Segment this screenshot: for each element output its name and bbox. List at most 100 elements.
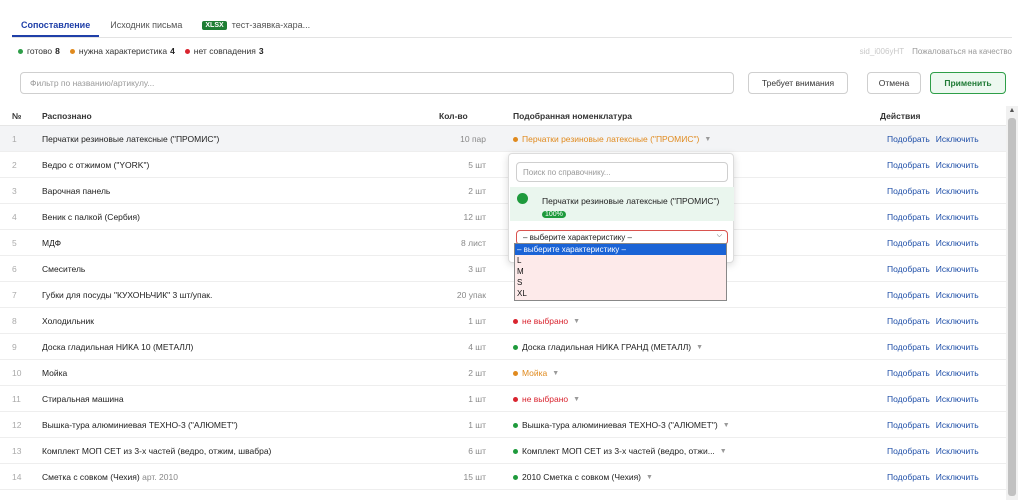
table-row[interactable]: 13 Комплект МОП СЕТ из 3-х частей (ведро,… — [0, 438, 1006, 464]
pick-link[interactable]: Подобрать — [887, 316, 930, 326]
row-recognized-name: Стиральная машина — [42, 394, 124, 404]
row-quantity: 5 шт — [468, 160, 486, 170]
row-matched-nomenclature[interactable]: 2010 Сметка с совком (Чехия) ▼ — [513, 472, 653, 482]
scroll-up-arrow-icon[interactable]: ▲ — [1006, 106, 1018, 116]
row-recognized-name: Губки для посуды "КУХОНЬЧИК" 3 шт/упак. — [42, 290, 212, 300]
pick-link[interactable]: Подобрать — [887, 368, 930, 378]
exclude-link[interactable]: Исключить — [936, 186, 979, 196]
col-matched-header: Подобранная номенклатура — [513, 111, 633, 121]
characteristic-option[interactable]: – выберите характеристику – — [515, 244, 726, 255]
col-num-header: № — [12, 111, 22, 121]
exclude-link[interactable]: Исключить — [936, 238, 979, 248]
xlsx-file-icon: XLSX — [202, 20, 227, 30]
pick-link[interactable]: Подобрать — [887, 186, 930, 196]
table-row[interactable]: 4 Веник с палкой (Сербия) 12 шт Подобрать Ис… — [0, 204, 1006, 230]
pick-link[interactable]: Подобрать — [887, 134, 930, 144]
characteristic-option[interactable]: M — [515, 266, 726, 277]
row-matched-nomenclature[interactable]: Мойка ▼ — [513, 368, 559, 378]
row-number: 6 — [12, 264, 17, 274]
report-quality-link[interactable]: Пожаловаться на качество — [912, 47, 1012, 56]
chevron-down-icon[interactable]: ▼ — [723, 422, 730, 429]
row-matched-nomenclature[interactable]: не выбрано ▼ — [513, 316, 580, 326]
row-recognized-name: Холодильник — [42, 316, 94, 326]
pick-link[interactable]: Подобрать — [887, 238, 930, 248]
table-row[interactable]: 12 Вышка-тура алюминиевая ТЕХНО-3 ("АЛЮМЕ… — [0, 412, 1006, 438]
characteristic-option[interactable]: S — [515, 277, 726, 288]
row-matched-nomenclature[interactable]: Комплект МОП СЕТ из 3-х частей (ведро, о… — [513, 446, 727, 456]
catalog-suggestion-text: Перчатки резиновые латексные ("ПРОМИС") … — [542, 195, 728, 221]
pick-link[interactable]: Подобрать — [887, 290, 930, 300]
table-scrollbar[interactable]: ▲ — [1006, 106, 1018, 500]
tab-xlsx-file[interactable]: XLSX тест-заявка-хара... — [193, 12, 319, 38]
chevron-down-icon[interactable]: ▼ — [696, 344, 703, 351]
pick-link[interactable]: Подобрать — [887, 212, 930, 222]
characteristic-option[interactable]: L — [515, 255, 726, 266]
exclude-link[interactable]: Исключить — [936, 264, 979, 274]
pick-link[interactable]: Подобрать — [887, 394, 930, 404]
catalog-suggestion-item[interactable]: Перчатки резиновые латексные ("ПРОМИС") … — [510, 187, 734, 221]
row-number: 14 — [12, 472, 22, 482]
table-row[interactable]: 9 Доска гладильная НИКА 10 (МЕТАЛЛ) 4 шт До… — [0, 334, 1006, 360]
table-row[interactable]: 7 Губки для посуды "КУХОНЬЧИК" 3 шт/упак.… — [0, 282, 1006, 308]
pick-link[interactable]: Подобрать — [887, 264, 930, 274]
table-row[interactable]: 2 Ведро с отжимом ("YORK") 5 шт Подобрать Ис… — [0, 152, 1006, 178]
row-recognized-name: Мойка — [42, 368, 67, 378]
row-actions: Подобрать Исключить — [887, 290, 985, 300]
row-matched-nomenclature[interactable]: Вышка-тура алюминиевая ТЕХНО-3 ("АЛЮМЕТ"… — [513, 420, 730, 430]
row-actions: Подобрать Исключить — [887, 134, 985, 144]
row-actions: Подобрать Исключить — [887, 420, 985, 430]
row-matched-nomenclature[interactable]: Перчатки резиновые латексные ("ПРОМИС") ▼ — [513, 134, 711, 144]
row-matched-nomenclature[interactable]: не выбрано ▼ — [513, 394, 580, 404]
chevron-down-icon[interactable]: ▼ — [646, 474, 653, 481]
exclude-link[interactable]: Исключить — [936, 342, 979, 352]
needs-attention-button[interactable]: Требует внимания — [748, 72, 848, 94]
chevron-down-icon[interactable]: ▼ — [573, 318, 580, 325]
table-row[interactable]: 6 Смеситель 3 шт Подобрать Исключить — [0, 256, 1006, 282]
pick-link[interactable]: Подобрать — [887, 420, 930, 430]
filter-input[interactable] — [20, 72, 734, 94]
exclude-link[interactable]: Исключить — [936, 290, 979, 300]
exclude-link[interactable]: Исключить — [936, 134, 979, 144]
exclude-link[interactable]: Исключить — [936, 394, 979, 404]
row-matched-text: 2010 Сметка с совком (Чехия) — [522, 472, 641, 482]
row-matched-text: Перчатки резиновые латексные ("ПРОМИС") — [522, 134, 700, 144]
chevron-down-icon[interactable]: ▼ — [552, 370, 559, 377]
row-quantity: 20 упак — [456, 290, 486, 300]
table-row[interactable]: 10 Мойка 2 шт Мойка ▼ Подобрать Исключить — [0, 360, 1006, 386]
exclude-link[interactable]: Исключить — [936, 316, 979, 326]
scrollbar-thumb[interactable] — [1008, 118, 1016, 496]
pick-link[interactable]: Подобрать — [887, 446, 930, 456]
apply-button[interactable]: Применить — [930, 72, 1006, 94]
pick-link[interactable]: Подобрать — [887, 472, 930, 482]
table-row[interactable]: 5 МДФ 8 лист Подобрать Исключить — [0, 230, 1006, 256]
exclude-link[interactable]: Исключить — [936, 472, 979, 482]
table-row[interactable]: 11 Стиральная машина 1 шт не выбрано ▼ Подобр… — [0, 386, 1006, 412]
exclude-link[interactable]: Исключить — [936, 212, 979, 222]
exclude-link[interactable]: Исключить — [936, 368, 979, 378]
characteristic-option[interactable]: XL — [515, 288, 726, 299]
row-quantity: 2 шт — [468, 186, 486, 196]
tab-matching[interactable]: Сопоставление — [12, 12, 100, 37]
row-matched-nomenclature[interactable]: Доска гладильная НИКА ГРАНД (МЕТАЛЛ) ▼ — [513, 342, 703, 352]
exclude-link[interactable]: Исключить — [936, 420, 979, 430]
row-quantity: 15 шт — [463, 472, 486, 482]
exclude-link[interactable]: Исключить — [936, 446, 979, 456]
table-row[interactable]: 14 Сметка с совком (Чехия) арт. 2010 15 шт… — [0, 464, 1006, 490]
chevron-down-icon[interactable]: ▼ — [720, 448, 727, 455]
match-status-dot — [513, 396, 518, 402]
row-recognized-text: Стиральная машина — [42, 394, 124, 404]
row-recognized-name: Варочная панель — [42, 186, 110, 196]
pick-link[interactable]: Подобрать — [887, 160, 930, 170]
row-recognized-text: Холодильник — [42, 316, 94, 326]
exclude-link[interactable]: Исключить — [936, 160, 979, 170]
tab-source-email[interactable]: Исходник письма — [101, 12, 191, 38]
chevron-down-icon[interactable]: ▼ — [573, 396, 580, 403]
row-number: 11 — [12, 394, 21, 404]
pick-link[interactable]: Подобрать — [887, 342, 930, 352]
table-row[interactable]: 1 Перчатки резиновые латексные ("ПРОМИС")… — [0, 126, 1006, 152]
chevron-down-icon[interactable]: ▼ — [704, 136, 711, 143]
table-row[interactable]: 8 Холодильник 1 шт не выбрано ▼ Подобрать Искл… — [0, 308, 1006, 334]
catalog-search-input[interactable] — [516, 162, 728, 182]
cancel-button[interactable]: Отмена — [867, 72, 921, 94]
table-row[interactable]: 3 Варочная панель 2 шт Подобрать Исключить — [0, 178, 1006, 204]
